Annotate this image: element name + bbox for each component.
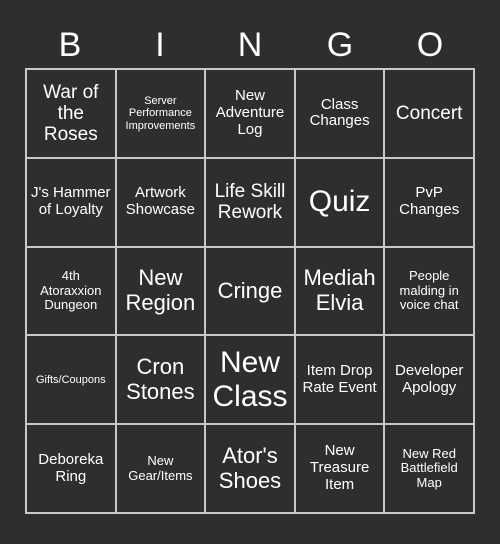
bingo-cell[interactable]: Developer Apology: [385, 336, 475, 426]
bingo-cell-label: Developer Apology: [395, 361, 464, 396]
bingo-cell[interactable]: Cringe: [206, 247, 296, 337]
bingo-cell-label: New Gear/Items: [128, 453, 193, 483]
bingo-cell-label: Ator's Shoes: [218, 442, 282, 493]
bingo-card: B I N G O War of the Roses Server Perform…: [0, 0, 500, 544]
bingo-cell-label: Quiz: [308, 185, 371, 219]
bingo-grid: War of the Roses Server Performance Impro…: [25, 68, 475, 514]
bingo-cell[interactable]: Gifts/Coupons: [27, 336, 117, 426]
bingo-cell-label: Item Drop Rate Event: [302, 361, 377, 396]
header-letter-b: B: [58, 26, 82, 64]
bingo-cell[interactable]: Life Skill Rework: [206, 158, 296, 248]
bingo-header: B I N G O: [25, 22, 475, 68]
bingo-cell[interactable]: Server Performance Improvements: [116, 70, 207, 159]
bingo-cell-label: Class Changes: [309, 95, 370, 130]
header-letter-g: G: [326, 26, 354, 64]
bingo-cell-label: Mediah Elvia: [303, 265, 376, 315]
bingo-cell-label: PvP Changes: [399, 184, 460, 219]
bingo-cell-label: New Treasure Item: [309, 442, 370, 493]
bingo-cell-label: Life Skill Rework: [214, 180, 286, 224]
bingo-cell[interactable]: J's Hammer of Loyalty: [27, 158, 117, 248]
bingo-cell[interactable]: Quiz: [295, 158, 386, 248]
bingo-cell[interactable]: People malding in voice chat: [385, 247, 475, 337]
bingo-cell[interactable]: Concert: [385, 70, 475, 159]
bingo-cell[interactable]: Artwork Showcase: [116, 158, 207, 248]
header-letter-o: O: [416, 26, 444, 64]
bingo-cell[interactable]: New Treasure Item: [295, 425, 386, 514]
bingo-cell-label: New Red Battlefield Map: [400, 445, 458, 490]
bingo-cell-label: New Region: [125, 265, 196, 315]
bingo-cell[interactable]: Item Drop Rate Event: [295, 336, 386, 426]
bingo-cell[interactable]: War of the Roses: [27, 70, 117, 159]
bingo-cell[interactable]: Mediah Elvia: [295, 247, 386, 337]
bingo-cell-label: Cron Stones: [126, 354, 195, 404]
bingo-cell-label: Concert: [395, 102, 463, 124]
bingo-cell[interactable]: Cron Stones: [116, 336, 207, 426]
bingo-cell[interactable]: New Red Battlefield Map: [385, 425, 475, 514]
bingo-cell-label: Gifts/Coupons: [35, 373, 106, 386]
bingo-cell[interactable]: New Class: [206, 336, 296, 426]
bingo-cell-label: J's Hammer of Loyalty: [31, 184, 111, 219]
bingo-cell-label: Artwork Showcase: [125, 184, 195, 219]
bingo-cell-label: Deboreka Ring: [38, 450, 104, 485]
bingo-cell[interactable]: New Region: [116, 247, 207, 337]
bingo-cell-label: People malding in voice chat: [399, 268, 459, 313]
bingo-cell[interactable]: New Gear/Items: [116, 425, 207, 514]
bingo-cell-label: 4th Atoraxxion Dungeon: [40, 268, 102, 313]
bingo-cell[interactable]: PvP Changes: [385, 158, 475, 248]
header-letter-i: I: [155, 26, 165, 64]
bingo-cell[interactable]: Ator's Shoes: [206, 425, 296, 514]
header-letter-n: N: [237, 26, 263, 64]
bingo-cell-label: Server Performance Improvements: [125, 94, 196, 132]
bingo-cell[interactable]: New Adventure Log: [206, 70, 296, 159]
bingo-cell[interactable]: Class Changes: [295, 70, 386, 159]
bingo-cell-label: War of the Roses: [43, 81, 99, 146]
bingo-cell-label: New Class: [212, 346, 288, 413]
bingo-cell-label: New Adventure Log: [215, 87, 285, 138]
bingo-cell-label: Cringe: [217, 277, 283, 303]
bingo-cell[interactable]: Deboreka Ring: [27, 425, 117, 514]
bingo-cell[interactable]: 4th Atoraxxion Dungeon: [27, 247, 117, 337]
